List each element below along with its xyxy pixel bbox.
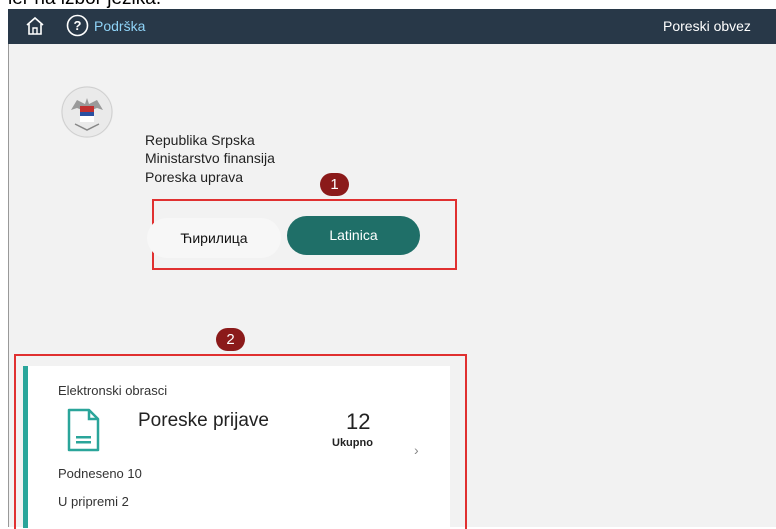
chevron-right-icon[interactable]: › — [414, 442, 419, 458]
svg-text:?: ? — [74, 18, 82, 33]
annotation-marker-2: 2 — [216, 328, 245, 351]
support-link[interactable]: Podrška — [94, 18, 145, 34]
tile-count: 12 — [346, 409, 371, 434]
tile-subtitle: Elektronski obrasci — [58, 383, 168, 398]
help-icon[interactable]: ? — [66, 14, 89, 37]
org-name-line2: Ministarstvo finansija — [145, 150, 275, 166]
submitted-count: Podneseno 10 — [58, 466, 142, 481]
latin-language-button[interactable]: Latinica — [287, 216, 420, 255]
home-icon[interactable] — [24, 15, 46, 37]
in-progress-count: U pripremi 2 — [58, 494, 129, 509]
org-name-line3: Poreska uprava — [145, 169, 244, 185]
taxpayer-menu[interactable]: Poreski obvez — [663, 18, 751, 34]
tile-count-label: Ukupno — [332, 437, 373, 449]
tile-title: Poreske prijave — [138, 410, 269, 431]
annotation-marker-1: 1 — [320, 173, 349, 196]
document-icon — [67, 408, 100, 452]
top-navigation-bar: ? Podrška Poreski obvez — [8, 9, 776, 44]
tax-returns-tile[interactable]: Elektronski obrasci Poreske prijave 12 U… — [23, 366, 450, 528]
cyrillic-language-button[interactable]: Ћирилица — [147, 218, 281, 258]
org-name-line1: Republika Srpska — [145, 132, 255, 148]
coat-of-arms-logo — [61, 86, 113, 138]
